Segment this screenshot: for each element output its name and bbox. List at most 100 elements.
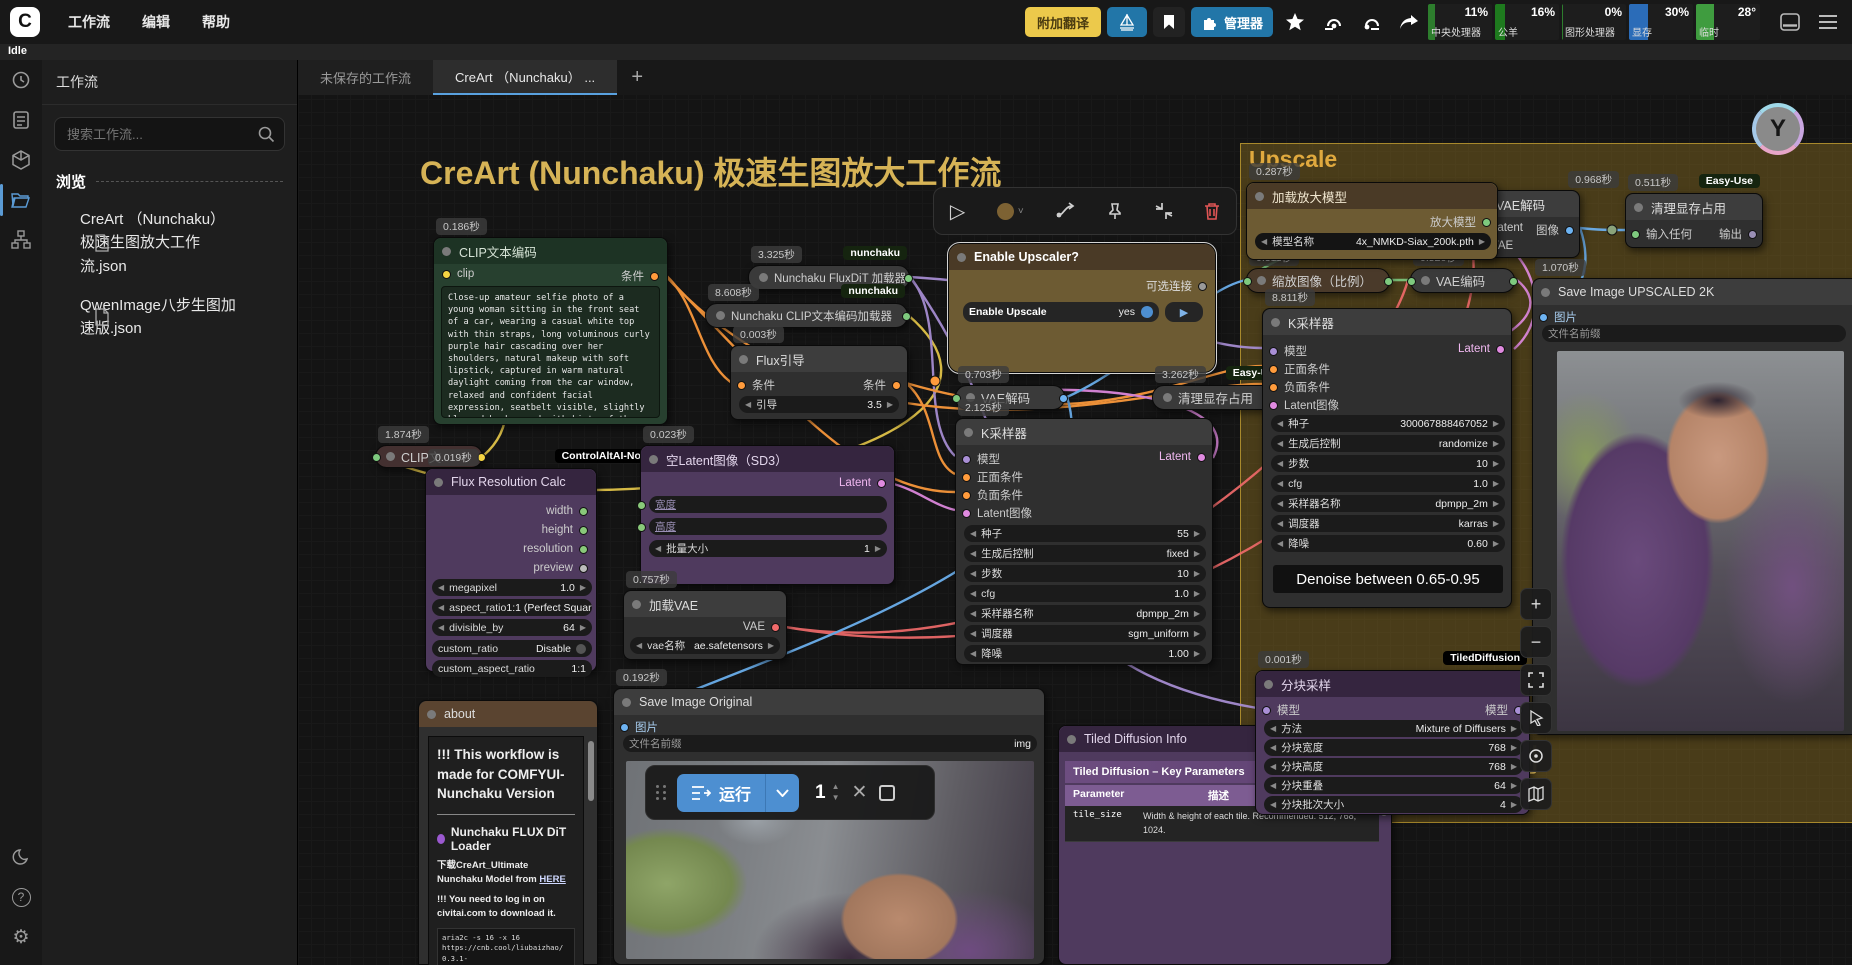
widget-batch-size[interactable]: 批量大小1	[649, 540, 887, 557]
input-positive[interactable]: 正面条件	[1269, 361, 1330, 377]
tab-unsaved-workflow[interactable]: 未保存的工作流	[298, 60, 433, 95]
input-clip[interactable]: clip	[442, 268, 474, 280]
node-header[interactable]: 加载VAE	[624, 591, 786, 617]
graph-canvas[interactable]: 未保存的工作流 CreArt （Nunchaku） ... + CreArt (…	[298, 60, 1852, 965]
tab-creart-workflow[interactable]: CreArt （Nunchaku） ...	[433, 60, 617, 95]
share-button[interactable]	[1393, 7, 1425, 37]
minimap-toggle-button[interactable]	[1520, 778, 1552, 810]
node-load-upscale-model[interactable]: 0.287秒 加载放大模型 放大模型 模型名称4x_NMKD-Siax_200k…	[1246, 182, 1498, 260]
output-latent[interactable]: Latent	[1458, 343, 1505, 355]
drag-handle[interactable]	[656, 785, 667, 800]
menu-edit[interactable]: 编辑	[126, 12, 186, 32]
output-any[interactable]: 输出	[1719, 226, 1757, 242]
widget-custom-aspect-ratio[interactable]: custom_aspect_ratio1:1	[432, 660, 592, 677]
free-vram-models-button[interactable]	[1355, 7, 1387, 37]
node-templates-tab[interactable]	[0, 220, 42, 260]
zoom-out-button[interactable]: −	[1520, 626, 1552, 658]
widget-method[interactable]: 方法Mixture of Diffusers	[1264, 720, 1523, 737]
widget-control-after-generate[interactable]: 生成后控制fixed	[964, 545, 1206, 562]
workflows-tab[interactable]	[0, 180, 42, 220]
node-clean-vram-top[interactable]: 0.511秒 Easy-Use 清理显存占用 输入任何 输出	[1625, 193, 1763, 248]
bookmark-button[interactable]	[1153, 7, 1185, 37]
delete-icon[interactable]	[1204, 202, 1220, 220]
node-tiled-diffusion-sampler[interactable]: 0.001秒 TiledDiffusion 分块采样 模型 模型 方法Mixtu…	[1255, 670, 1530, 815]
node-flux-resolution-calc[interactable]: 0.019秒 ControlAltAI-Nodes Flux Resolutio…	[425, 468, 597, 672]
model-library-tab[interactable]	[0, 140, 42, 180]
node-header[interactable]: Save Image UPSCALED 2K	[1533, 279, 1852, 305]
batch-count-stepper[interactable]: ▲▼	[832, 783, 840, 802]
comfyui-logo[interactable]: C	[10, 7, 40, 37]
search-input[interactable]	[54, 117, 285, 151]
input-negative[interactable]: 负面条件	[1269, 379, 1330, 395]
output-upscale-model[interactable]: 放大模型	[1430, 214, 1491, 230]
widget-enable-upscale[interactable]: Enable Upscaleyes	[963, 302, 1159, 322]
output-conditioning[interactable]: 条件	[621, 268, 659, 284]
widget-tile-batch-size[interactable]: 分块批次大小4	[1264, 796, 1523, 813]
widget-aspect-ratio[interactable]: aspect_ratio1:1 (Perfect Square)	[432, 599, 592, 616]
bottom-panel-toggle[interactable]	[1774, 7, 1806, 37]
widget-vae-name[interactable]: vae名称ae.safetensors	[630, 637, 780, 654]
input-model[interactable]: 模型	[1262, 702, 1300, 718]
select-mode-button[interactable]	[1520, 702, 1552, 734]
input-latent-image[interactable]: Latent图像	[962, 505, 1032, 521]
fit-view-button[interactable]	[1520, 664, 1552, 696]
node-header[interactable]: Save Image Original	[614, 689, 1044, 715]
node-header[interactable]: Flux引导	[731, 346, 907, 372]
widget-scheduler[interactable]: 调度器karras	[1271, 515, 1505, 532]
workflow-file-item[interactable]: CreArt （Nunchaku）极速生图放大工作流.json	[42, 200, 297, 286]
widget-scheduler[interactable]: 调度器sgm_uniform	[964, 625, 1206, 642]
run-options-chevron[interactable]	[765, 774, 799, 812]
node-header[interactable]: about	[419, 701, 597, 727]
widget-guidance[interactable]: 引导3.5	[739, 396, 899, 413]
widget-control-after-generate[interactable]: 生成后控制randomize	[1271, 435, 1505, 452]
widget-steps[interactable]: 步数10	[964, 565, 1206, 582]
widget-divisible-by[interactable]: divisible_by64	[432, 619, 592, 636]
node-load-vae[interactable]: 0.757秒 加载VAE VAE vae名称ae.safetensors	[623, 590, 787, 660]
widget-tile-height[interactable]: 分块高度768	[1264, 758, 1523, 775]
node-header[interactable]: Enable Upscaler?	[949, 244, 1215, 270]
widget-sampler-name[interactable]: 采样器名称dpmpp_2m	[964, 605, 1206, 622]
output-model[interactable]: 模型	[1485, 702, 1523, 718]
about-code-block[interactable]: aria2c -s 16 -x 16 https://cnb.cool/liub…	[437, 928, 575, 965]
node-clip-text-encode[interactable]: 0.186秒 CLIP文本编码 clip 条件 Close-up amateur…	[433, 237, 668, 425]
output-resolution[interactable]: resolution	[523, 543, 588, 555]
node-enable-upscaler[interactable]: Enable Upscaler? 可选连接 Enable Upscaleyes …	[948, 243, 1216, 373]
widget-denoise[interactable]: 降噪0.60	[1271, 535, 1505, 552]
bypass-icon[interactable]	[1055, 202, 1075, 220]
pin-icon[interactable]	[1107, 202, 1123, 220]
theme-toggle[interactable]	[0, 837, 42, 877]
node-flux-guidance[interactable]: 0.003秒 Flux引导 条件 条件 引导3.5	[730, 345, 908, 420]
node-ksampler-upscale[interactable]: 8.811秒 K采样器 模型 Latent 正面条件 负面条件 Latent图像…	[1262, 308, 1512, 608]
output-height[interactable]: height	[542, 524, 588, 536]
input-model[interactable]: 模型	[962, 451, 1000, 467]
widget-denoise[interactable]: 降噪1.00	[964, 645, 1206, 662]
stop-icon[interactable]	[879, 785, 895, 801]
widget-seed[interactable]: 种子300067888467052	[1271, 415, 1505, 432]
output-latent[interactable]: Latent	[839, 477, 886, 489]
batch-count[interactable]: 1	[815, 782, 826, 804]
widget-model-name[interactable]: 模型名称4x_NMKD-Siax_200k.pth	[1255, 233, 1491, 250]
output-latent[interactable]: Latent	[1159, 451, 1206, 463]
free-vram-button[interactable]	[1317, 7, 1349, 37]
widget-cfg[interactable]: cfg1.0	[964, 585, 1206, 602]
output-preview[interactable]: preview	[533, 562, 588, 574]
zoom-in-button[interactable]: +	[1520, 588, 1552, 620]
optional-connection[interactable]: 可选连接	[1146, 278, 1207, 294]
run-button[interactable]: 运行	[677, 774, 765, 812]
widget-cfg[interactable]: cfg1.0	[1271, 475, 1505, 492]
output-width[interactable]: width	[546, 505, 588, 517]
settings-button[interactable]: ⚙	[0, 917, 42, 957]
input-negative[interactable]: 负面条件	[962, 487, 1023, 503]
widget-height[interactable]: 高度	[649, 518, 887, 535]
extra-translate-button[interactable]: 附加翻译	[1025, 7, 1101, 37]
node-save-image-upscaled[interactable]: 1.070秒 Save Image UPSCALED 2K 图片 文件名前缀	[1532, 278, 1852, 735]
history-tab[interactable]	[0, 60, 42, 100]
queue-tab[interactable]	[0, 100, 42, 140]
output-conditioning[interactable]: 条件	[863, 377, 901, 393]
node-ksampler[interactable]: 2.125秒 K采样器 模型 Latent 正面条件 负面条件 Latent图像…	[955, 418, 1213, 665]
widget-tile-width[interactable]: 分块宽度768	[1264, 739, 1523, 756]
image-preview[interactable]	[1557, 351, 1844, 731]
node-header[interactable]: 空Latent图像（SD3）	[641, 446, 894, 472]
star-button[interactable]	[1279, 7, 1311, 37]
node-vae-encode-collapsed[interactable]: 0.526秒 VAE编码	[1410, 268, 1515, 293]
